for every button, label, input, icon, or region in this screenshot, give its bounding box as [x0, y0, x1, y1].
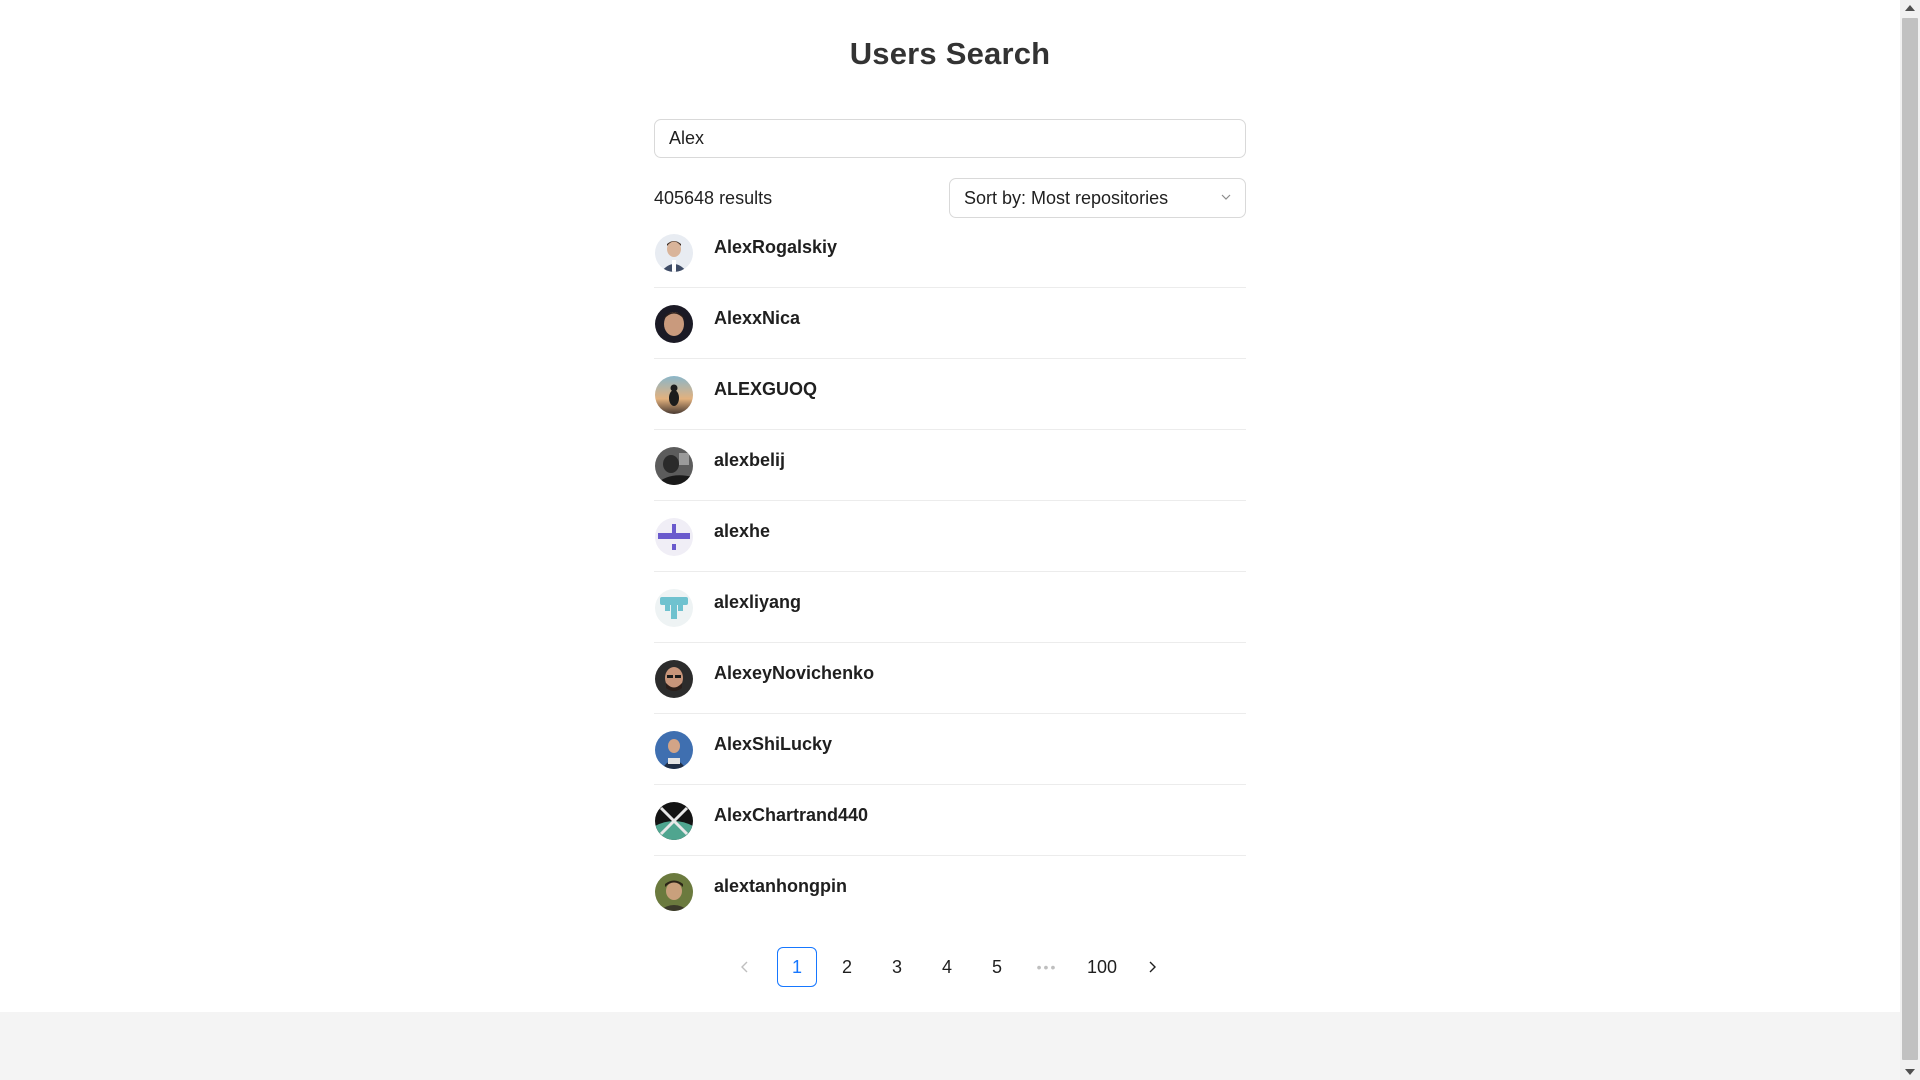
search-input[interactable] [655, 120, 1245, 157]
avatar[interactable] [655, 447, 693, 485]
results-count: 405648 results [654, 188, 773, 208]
page-ellipsis[interactable]: ••• [1027, 947, 1067, 987]
page-title: Users Search [849, 36, 1051, 71]
avatar[interactable] [655, 731, 693, 769]
page-button-3[interactable]: 3 [877, 947, 917, 987]
list-item[interactable]: ALEXGUOQ [654, 359, 1246, 430]
scroll-up-icon[interactable] [1905, 5, 1915, 11]
chevron-down-icon [1221, 194, 1231, 200]
chevron-left-icon [741, 961, 748, 973]
page: Users Search 405648 results Sort by: Mos… [0, 0, 1900, 1012]
avatar[interactable] [655, 376, 693, 414]
avatar[interactable] [655, 234, 693, 272]
avatar[interactable] [655, 873, 693, 911]
avatar[interactable] [655, 305, 693, 343]
next-page-button[interactable] [1132, 947, 1172, 987]
page-button-4[interactable]: 4 [927, 947, 967, 987]
list-item[interactable]: AlexRogalskiy [654, 217, 1246, 288]
page-button-2[interactable]: 2 [827, 947, 867, 987]
list-item[interactable]: AlexxNica [654, 288, 1246, 359]
list-item[interactable]: alexliyang [654, 572, 1246, 643]
list-item[interactable]: alexhe [654, 501, 1246, 572]
scroll-down-icon[interactable] [1905, 1069, 1915, 1075]
page-button-1[interactable]: 1 [777, 947, 817, 987]
user-login[interactable]: AlexRogalskiy [714, 237, 837, 258]
user-login[interactable]: AlexShiLucky [714, 734, 832, 755]
page-button-last[interactable]: 100 [1077, 947, 1127, 987]
user-login[interactable]: AlexChartrand440 [714, 805, 868, 826]
sort-select-value: Sort by: Most repositories [964, 187, 1169, 208]
user-login[interactable]: ALEXGUOQ [714, 379, 817, 400]
user-login[interactable]: AlexxNica [714, 308, 800, 329]
scrollbar-thumb[interactable] [1902, 18, 1918, 1060]
sort-select[interactable]: Sort by: Most repositories [949, 178, 1246, 218]
search-field[interactable] [654, 119, 1246, 158]
avatar[interactable] [655, 589, 693, 627]
list-item[interactable]: AlexShiLucky [654, 714, 1246, 785]
avatar[interactable] [655, 660, 693, 698]
footer-band [0, 1012, 1900, 1080]
user-login[interactable]: AlexeyNovichenko [714, 663, 874, 684]
user-login[interactable]: alextanhongpin [714, 876, 847, 897]
list-item[interactable]: alexbelij [654, 430, 1246, 501]
user-list: AlexRogalskiy AlexxNica ALEXGUOQ alexbel… [654, 217, 1246, 927]
avatar[interactable] [655, 802, 693, 840]
prev-page-button[interactable] [725, 947, 765, 987]
chevron-right-icon [1149, 961, 1156, 973]
list-item[interactable]: AlexeyNovichenko [654, 643, 1246, 714]
user-login[interactable]: alexhe [714, 521, 770, 542]
page-button-5[interactable]: 5 [977, 947, 1017, 987]
pagination: 1 2 3 4 5 ••• 100 [725, 947, 1175, 987]
list-item[interactable]: alextanhongpin [654, 856, 1246, 927]
user-login[interactable]: alexbelij [714, 450, 785, 471]
user-login[interactable]: alexliyang [714, 592, 801, 613]
scrollbar[interactable] [1900, 0, 1920, 1080]
avatar[interactable] [655, 518, 693, 556]
list-item[interactable]: AlexChartrand440 [654, 785, 1246, 856]
